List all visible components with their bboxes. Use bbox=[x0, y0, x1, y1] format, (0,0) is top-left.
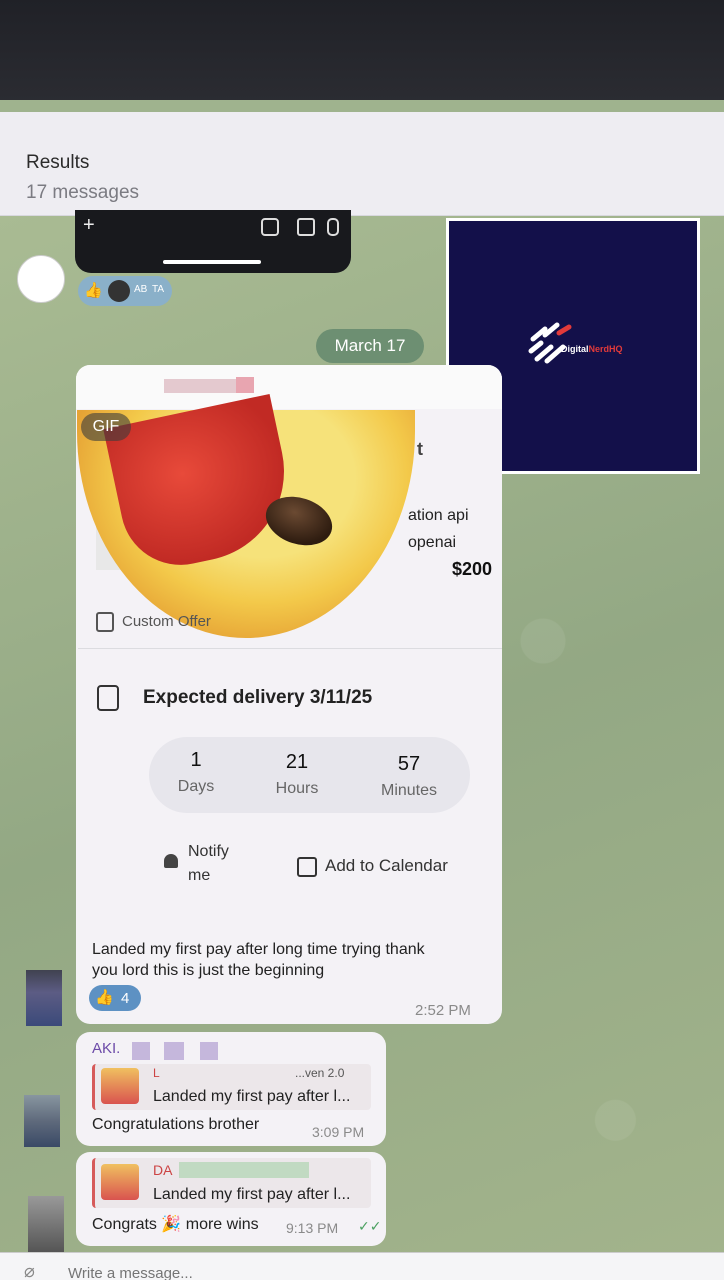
mic-icon bbox=[327, 218, 339, 236]
hours-value: 21 bbox=[285, 751, 309, 773]
message-text: Landed my first pay after long time tryi… bbox=[92, 939, 482, 981]
document-icon bbox=[96, 612, 114, 632]
message-composer[interactable]: ⌀ bbox=[0, 1252, 724, 1280]
delivery-countdown: 1 Days 21 Hours 57 Minutes bbox=[149, 737, 470, 813]
reactor-initials-1: AB bbox=[134, 284, 148, 295]
quote-title: L bbox=[153, 1066, 160, 1080]
custom-offer-label: Custom Offer bbox=[96, 612, 211, 632]
countdown-hours: 21 Hours bbox=[252, 751, 342, 798]
offer-title-fragment: t bbox=[417, 439, 423, 459]
message-time: 2:52 PM bbox=[415, 1002, 471, 1019]
thumbs-up-icon: 👍 bbox=[95, 989, 114, 1006]
screen: Results 17 messages + 👍 AB TA DigitalNer… bbox=[0, 100, 724, 1280]
blurred-pixel bbox=[164, 1042, 184, 1060]
like-reaction[interactable]: 👍 4 bbox=[89, 985, 141, 1011]
reply-time: 3:09 PM bbox=[312, 1124, 365, 1140]
custom-offer-text: Custom Offer bbox=[122, 612, 211, 630]
reaction-bar[interactable]: 👍 AB TA bbox=[78, 276, 172, 306]
reply-sender: AKI. bbox=[92, 1040, 121, 1057]
results-title: Results bbox=[26, 152, 90, 173]
camera-icon bbox=[297, 218, 315, 236]
dark-background bbox=[0, 0, 724, 112]
plus-icon: + bbox=[83, 214, 95, 236]
quote-text: Landed my first pay after l... bbox=[153, 1186, 351, 1203]
reply-time: 9:13 PM bbox=[286, 1220, 339, 1236]
hours-unit: Hours bbox=[275, 780, 319, 797]
days-value: 1 bbox=[190, 749, 202, 771]
reply-quote[interactable]: L ...ven 2.0 Landed my first pay after l… bbox=[92, 1064, 371, 1110]
results-count: 17 messages bbox=[26, 182, 140, 203]
quote-text: Landed my first pay after l... bbox=[153, 1088, 351, 1105]
logo-suffix: NerdHQ bbox=[588, 344, 623, 354]
reactor-initials-2: TA bbox=[152, 284, 165, 295]
blurred-name bbox=[179, 1162, 309, 1178]
bell-icon bbox=[164, 854, 178, 868]
message-line-2: you lord this is just the beginning bbox=[92, 962, 325, 979]
quote-thumbnail bbox=[101, 1164, 139, 1200]
sender-avatar[interactable] bbox=[26, 970, 62, 1026]
quote-thumbnail bbox=[101, 1068, 139, 1104]
offer-price: $200 bbox=[452, 559, 493, 579]
notify-line-1: Notify bbox=[188, 843, 229, 860]
blurred-pixel bbox=[132, 1042, 150, 1060]
message-header bbox=[76, 365, 502, 409]
reply-bubble-2[interactable]: DA Landed my first pay after l... Congra… bbox=[76, 1152, 386, 1246]
expected-delivery-text: Expected delivery 3/11/25 bbox=[143, 687, 373, 709]
expected-delivery: Expected delivery 3/11/25 bbox=[97, 685, 372, 711]
reply-text: Congrats 🎉 more wins bbox=[92, 1216, 259, 1233]
countdown-days: 1 Days bbox=[151, 749, 241, 796]
notify-line-2: me bbox=[188, 867, 211, 884]
logo-prefix: Digital bbox=[561, 344, 589, 354]
like-count: 4 bbox=[121, 990, 130, 1007]
blurred-pixel bbox=[200, 1042, 218, 1060]
sender-avatar-3[interactable] bbox=[28, 1196, 64, 1252]
avatar[interactable] bbox=[17, 255, 65, 303]
message-input[interactable] bbox=[66, 1259, 670, 1280]
sticker-icon bbox=[261, 218, 279, 236]
blurred-pixel bbox=[236, 377, 254, 393]
offer-line-1: ation api bbox=[408, 507, 469, 524]
add-to-calendar-button[interactable]: Add to Calendar bbox=[297, 856, 448, 877]
countdown-minutes: 57 Minutes bbox=[364, 753, 454, 800]
quote-title-right: ...ven 2.0 bbox=[295, 1066, 345, 1080]
days-unit: Days bbox=[177, 778, 215, 795]
divider bbox=[78, 648, 502, 649]
reply-text: Congratulations brother bbox=[92, 1116, 260, 1133]
calendar-clock-icon bbox=[97, 685, 119, 711]
logo-wordmark: DigitalNerdHQ bbox=[561, 344, 623, 354]
read-check-icon: ✓✓ bbox=[358, 1218, 382, 1234]
minutes-value: 57 bbox=[397, 753, 421, 775]
offer-description: ation api openai bbox=[408, 502, 469, 556]
embedded-phone-input-bar: + bbox=[75, 210, 351, 273]
logo-icon bbox=[528, 322, 572, 364]
date-separator: March 17 bbox=[316, 329, 424, 363]
notify-me-button[interactable]: Notify me bbox=[188, 840, 229, 888]
reply-quote-2[interactable]: DA Landed my first pay after l... bbox=[92, 1158, 371, 1208]
reply-bubble-1[interactable]: AKI. L ...ven 2.0 Landed my first pay af… bbox=[76, 1032, 386, 1146]
search-results-header: Results 17 messages bbox=[0, 112, 724, 216]
message-line-1: Landed my first pay after long time tryi… bbox=[92, 941, 425, 958]
calendar-add-icon bbox=[297, 856, 317, 877]
attach-icon[interactable]: ⌀ bbox=[24, 1261, 35, 1280]
add-calendar-label: Add to Calendar bbox=[325, 856, 448, 875]
reactor-avatar bbox=[108, 280, 130, 302]
home-indicator bbox=[163, 260, 261, 264]
thumbs-up-icon: 👍 bbox=[84, 282, 103, 299]
sender-avatar-2[interactable] bbox=[24, 1095, 60, 1147]
offer-line-2: openai bbox=[408, 534, 457, 551]
minutes-unit: Minutes bbox=[380, 782, 438, 799]
sticker-tongue bbox=[103, 393, 301, 577]
gif-badge: GIF bbox=[81, 413, 131, 441]
blurred-name bbox=[164, 379, 238, 393]
quote-title: DA bbox=[153, 1162, 173, 1178]
